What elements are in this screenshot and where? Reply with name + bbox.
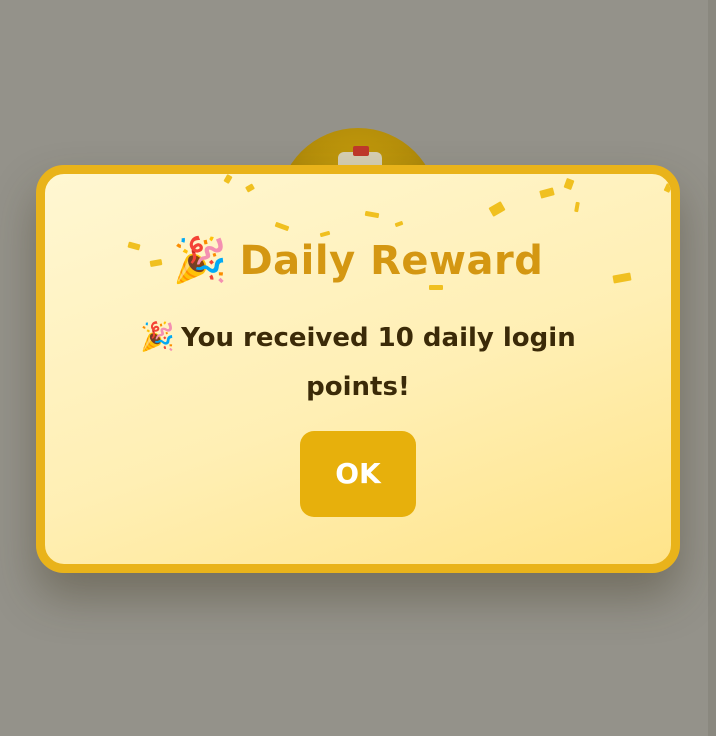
confetti-piece bbox=[223, 174, 233, 184]
confetti-piece bbox=[663, 183, 671, 193]
confetti-piece bbox=[274, 221, 290, 232]
mascot-hat-top bbox=[353, 146, 369, 156]
confetti-piece bbox=[563, 177, 575, 191]
scrollbar[interactable] bbox=[708, 0, 716, 736]
confetti-piece bbox=[245, 183, 255, 193]
confetti-piece bbox=[539, 187, 555, 199]
reward-message-text: You received 10 daily login points! bbox=[181, 323, 576, 402]
confetti-piece bbox=[574, 201, 580, 213]
dialog-title: Daily Reward bbox=[239, 238, 544, 284]
confetti-piece bbox=[394, 220, 404, 228]
party-popper-icon: 🎉 bbox=[140, 320, 176, 353]
daily-reward-dialog: 🎉 Daily Reward 🎉 You received 10 daily log… bbox=[36, 165, 680, 573]
party-popper-icon: 🎉 bbox=[172, 235, 228, 286]
reward-message: 🎉 You received 10 daily login points! bbox=[105, 312, 611, 412]
confetti-piece bbox=[364, 210, 380, 219]
dialog-header: 🎉 Daily Reward bbox=[45, 232, 671, 290]
confetti-piece bbox=[488, 201, 506, 217]
ok-button[interactable]: OK bbox=[300, 431, 416, 517]
